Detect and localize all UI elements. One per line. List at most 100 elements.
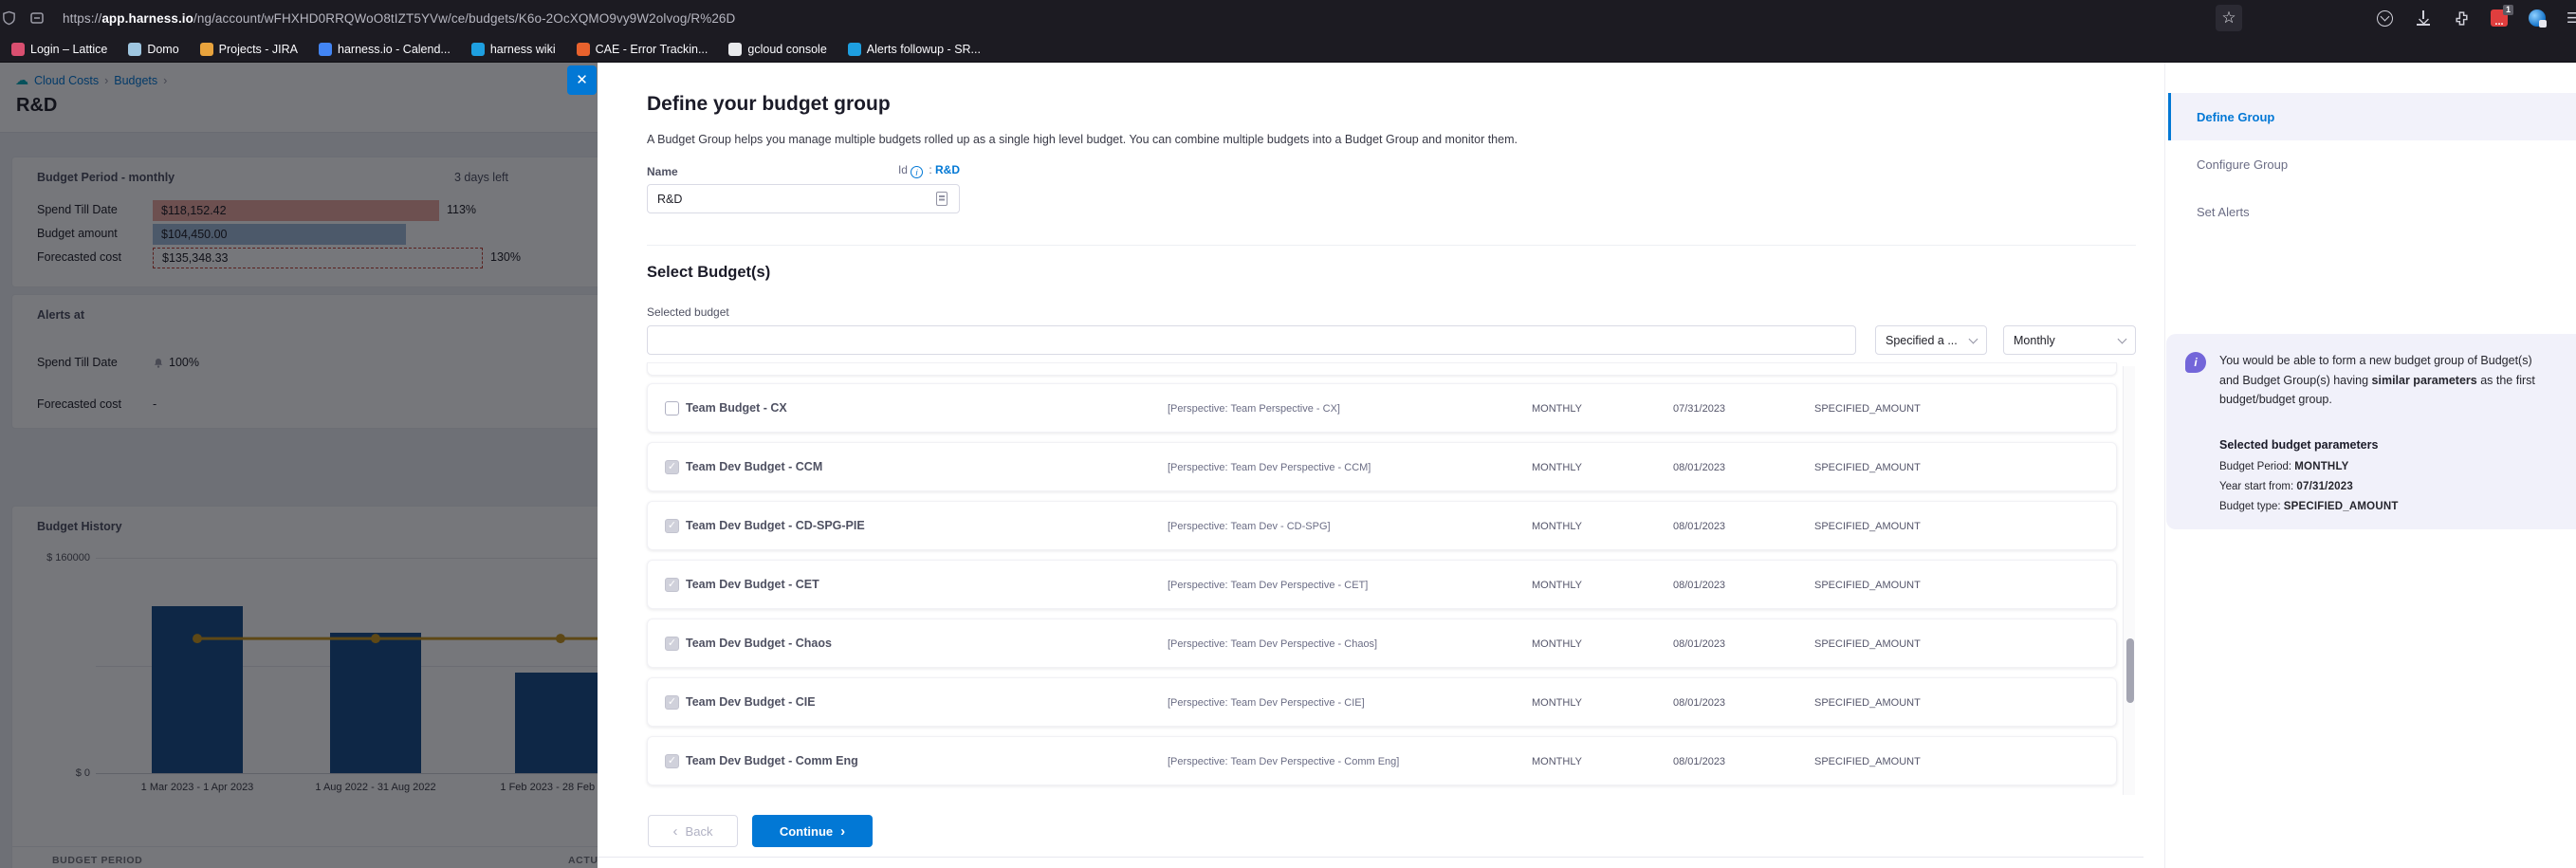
bookmark-item[interactable]: Domo [120, 40, 186, 59]
bookmark-label: CAE - Error Trackin... [596, 43, 708, 56]
bookmark-label: Domo [147, 43, 178, 56]
bookmark-favicon [128, 43, 141, 56]
password-extension-icon[interactable] [2529, 9, 2546, 27]
site-info-icon[interactable] [29, 10, 45, 26]
continue-button[interactable]: Continue › [752, 815, 873, 847]
budget-type: SPECIFIED_AMOUNT [1814, 580, 1921, 591]
budget-checkbox[interactable]: ✓ [665, 578, 679, 592]
budget-period: MONTHLY [1532, 697, 1582, 709]
dots-glyph: ... [2494, 17, 2503, 27]
budget-row[interactable]: ✓Team Dev Budget - CCM[Perspective: Team… [647, 442, 2117, 491]
budget-name: Team Dev Budget - Comm Eng [686, 754, 858, 767]
budget-checkbox[interactable]: ✓ [665, 519, 679, 533]
budget-perspective: [Perspective: Team Dev - CD-SPG] [1168, 521, 1331, 532]
modal-title: Define your budget group [647, 93, 891, 116]
budget-type-value: Specified a ... [1886, 334, 1958, 347]
pocket-icon[interactable] [2377, 10, 2393, 27]
continue-label: Continue [780, 824, 833, 839]
budget-name: Team Dev Budget - CD-SPG-PIE [686, 519, 865, 532]
url-host: app.harness.io [101, 11, 193, 26]
budget-period: MONTHLY [1532, 638, 1582, 650]
parameter-label: Budget type: [2219, 501, 2284, 512]
period-value: Monthly [2014, 334, 2055, 347]
budget-row[interactable]: Team Budget - CX[Perspective: Team Persp… [647, 383, 2117, 433]
parameter-value: 07/31/2023 [2296, 481, 2353, 492]
wizard-step-define-group[interactable]: Define Group [2168, 93, 2576, 140]
menu-glyph-char: ☰ [2567, 10, 2576, 27]
budget-period: MONTHLY [1532, 403, 1582, 415]
budget-start-date: 08/01/2023 [1673, 462, 1725, 473]
budget-name: Team Dev Budget - CCM [686, 460, 822, 473]
period-dropdown[interactable]: Monthly [2003, 325, 2136, 355]
toolbar-right-icons: ☆ ...1 ☰ [2216, 5, 2576, 31]
budget-group-modal: Define your budget group A Budget Group … [598, 63, 2576, 868]
bookmark-star-icon[interactable]: ☆ [2216, 5, 2242, 31]
budget-type: SPECIFIED_AMOUNT [1814, 462, 1921, 473]
bookmark-item[interactable]: CAE - Error Trackin... [569, 40, 716, 59]
budget-start-date: 08/01/2023 [1673, 580, 1725, 591]
budget-start-date: 07/31/2023 [1673, 403, 1725, 415]
parameter-label: Year start from: [2219, 481, 2296, 492]
close-icon[interactable]: ✕ [567, 65, 597, 95]
extensions-puzzle-icon[interactable] [2454, 10, 2470, 27]
back-button[interactable]: ‹ Back [648, 815, 738, 847]
adblock-extension-icon[interactable]: ...1 [2491, 9, 2508, 27]
page-action-icons [2, 10, 63, 26]
wizard-panel: Define GroupConfigure GroupSet Alerts i … [2168, 63, 2576, 868]
list-scrollbar[interactable] [2123, 366, 2135, 795]
menu-icon[interactable]: ☰ [2567, 9, 2576, 27]
bookmark-item[interactable]: harness wiki [464, 40, 563, 59]
budget-name: Team Dev Budget - CET [686, 578, 819, 591]
bookmark-label: harness.io - Calend... [338, 43, 451, 56]
wizard-step-configure-group[interactable]: Configure Group [2168, 140, 2576, 188]
budget-period: MONTHLY [1532, 580, 1582, 591]
bookmark-item[interactable]: harness.io - Calend... [311, 40, 458, 59]
bookmark-favicon [471, 43, 485, 56]
extension-badge: 1 [2503, 5, 2513, 15]
budget-row[interactable]: ✓ Team Dev Budget - CD-SPG-PIE [Perspectiv… [647, 501, 2117, 550]
budget-row[interactable]: ✓Team Dev Budget - Comm Eng[Perspective:… [647, 736, 2117, 785]
budget-period: MONTHLY [1532, 462, 1582, 473]
bookmark-item[interactable]: Alerts followup - SR... [840, 40, 988, 59]
url-bar[interactable]: https://app.harness.io/ng/account/wFHXHD… [63, 11, 735, 26]
budget-checkbox[interactable] [665, 401, 679, 416]
edit-name-icon[interactable] [936, 192, 948, 206]
id-separator: : [929, 163, 931, 176]
parameter-value: MONTHLY [2294, 461, 2348, 472]
selected-budget-input[interactable] [647, 325, 1856, 355]
select-budgets-title: Select Budget(s) [647, 264, 770, 282]
wizard-step-set-alerts[interactable]: Set Alerts [2168, 188, 2576, 235]
downloads-icon[interactable] [2416, 10, 2431, 26]
budget-type-dropdown[interactable]: Specified a ... [1875, 325, 1987, 355]
budget-name: Team Dev Budget - Chaos [686, 637, 832, 650]
budget-row[interactable]: ✓Team Dev Budget - CIE[Perspective: Team… [647, 677, 2117, 727]
id-value[interactable]: R&D [935, 163, 960, 176]
budget-type: SPECIFIED_AMOUNT [1814, 756, 1921, 767]
bookmark-favicon [11, 43, 25, 56]
budget-row[interactable]: ✓ Team Dev Budget - CET [Perspective: Team… [647, 560, 2117, 609]
budget-name: Team Budget - CX [686, 401, 787, 415]
shield-icon[interactable] [2, 10, 16, 26]
bookmark-item[interactable]: Login – Lattice [4, 40, 115, 59]
budget-row[interactable]: ✓Team Dev Budget - Chaos[Perspective: Te… [647, 619, 2117, 668]
info-icon[interactable]: i [911, 166, 923, 178]
chevron-right-icon: › [840, 824, 845, 839]
modal-subtitle: A Budget Group helps you manage multiple… [647, 133, 1518, 146]
star-glyph: ☆ [2221, 9, 2236, 28]
parameter-label: Budget Period: [2219, 461, 2294, 472]
budget-checkbox[interactable]: ✓ [665, 695, 679, 710]
budget-checkbox[interactable]: ✓ [665, 754, 679, 768]
bookmark-favicon [848, 43, 861, 56]
bookmark-item[interactable]: Projects - JIRA [193, 40, 305, 59]
budget-checkbox[interactable]: ✓ [665, 460, 679, 474]
url-scheme: https:// [63, 11, 101, 26]
budget-perspective: [Perspective: Team Dev Perspective - CET… [1168, 580, 1368, 591]
bookmark-item[interactable]: gcloud console [721, 40, 834, 59]
id-label: Id [898, 163, 908, 176]
budget-checkbox[interactable]: ✓ [665, 637, 679, 651]
name-input[interactable] [647, 184, 960, 213]
list-scrollbar-thumb[interactable] [2126, 638, 2134, 703]
budget-parameter: Year start from: 07/31/2023 [2219, 481, 2353, 492]
bookmark-label: Login – Lattice [30, 43, 107, 56]
budget-period: MONTHLY [1532, 756, 1582, 767]
